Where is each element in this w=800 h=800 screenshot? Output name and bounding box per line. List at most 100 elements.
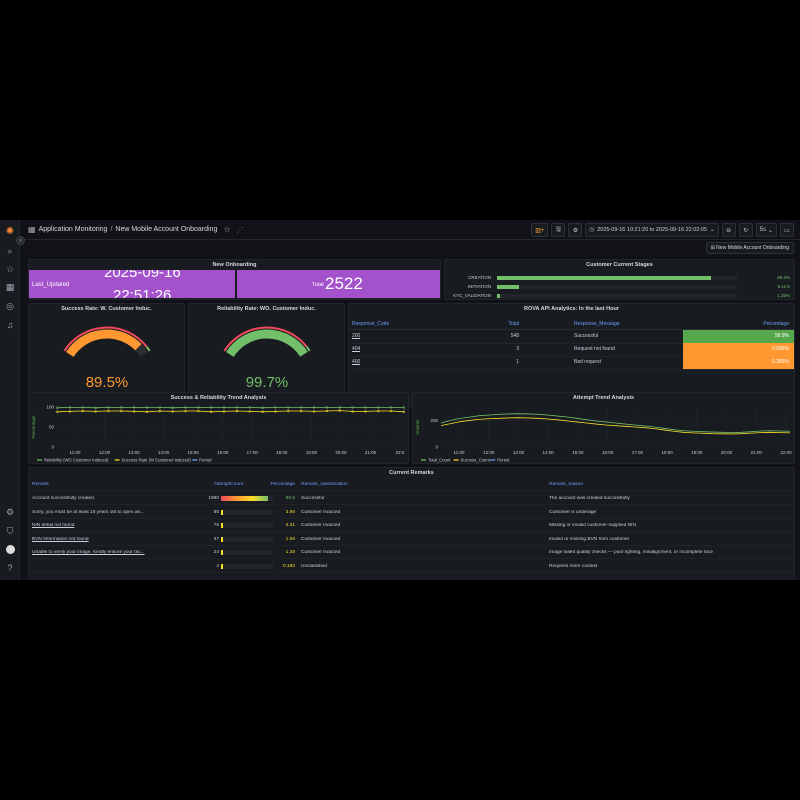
stat-label: Last_Updated [32,282,70,288]
remarks-row[interactable]: Account successfully created 1990 89.5 Succ… [29,492,794,505]
series-line-total [440,413,791,434]
stage-value: 9.11% [777,284,790,289]
x-tick-label: 19:00 [306,450,318,455]
attempt-count: 86 [213,509,219,515]
remarks-column-header[interactable]: Remark [32,482,49,487]
api-response-code[interactable]: 200 [352,333,360,339]
remarks-column-header[interactable]: Remark_reason [549,482,583,487]
time-range-label: 2025-09-16 10:21:20 to 2025-09-16 22:02:… [597,227,708,233]
settings-cog-icon[interactable]: ⚙ [568,223,583,237]
x-tick-label: 18:00 [661,450,673,455]
explore-icon[interactable]: ◎ [3,299,17,313]
zoom-out-icon[interactable]: ⊖ [721,223,736,237]
stage-label: INITIATION [467,284,491,289]
shield-icon[interactable]: ⛉ [3,524,17,538]
remark-classification: Unclassified [301,563,327,569]
remarks-row[interactable]: BVN Information not found 37 1.56 Customer … [29,533,794,546]
dashboards-icon[interactable]: ▦ [3,280,17,294]
remarks-row[interactable]: Sorry, you must be at least 18 years old… [29,506,794,519]
remarks-column-header[interactable]: Percentage [270,482,295,487]
panel-title: Reliability Rate: WO. Customer Induc. [217,306,316,312]
refresh-interval-picker[interactable]: 5s ⌄ [755,223,777,237]
remarks-row[interactable]: 4 0.180 Unclassified Requires more context [29,560,794,573]
legend-item[interactable]: Total_Count [428,458,451,463]
legend-item[interactable]: Period [497,458,510,463]
save-icon[interactable]: 🖫 [551,223,566,237]
remarks-row[interactable]: Unable to verify your image. Kindly ensu… [29,546,794,559]
grafana-logo-icon[interactable]: ✺ [3,224,17,238]
remark-text: Account successfully created [32,496,94,501]
remark-text[interactable]: BVN Information not found [32,537,167,542]
expand-menu-icon[interactable]: › [16,236,25,245]
x-tick-label: 12:00 [99,450,111,455]
x-tick-label: 11:00 [70,450,81,455]
percentage-bar-fill [221,496,268,501]
time-range-picker[interactable]: ◷ 2025-09-16 10:21:20 to 2025-09-16 22:0… [585,223,719,237]
search-icon[interactable]: ⌕ [3,244,17,258]
stat-last-updated: Last_Updated 2025-09-16 22:51:26 [29,270,235,298]
stage-row: INITIATION 9.11% [451,284,790,290]
percentage-bar-track [221,509,273,515]
stat-value: 2522 [325,274,363,293]
remark-classification: Successful [301,496,325,501]
x-tick-label: 17:00 [247,450,259,455]
star-icon[interactable]: ☆ [223,225,230,234]
api-response-code[interactable]: 404 [352,346,360,352]
remark-text[interactable]: Unable to verify your image. Kindly ensu… [32,550,167,555]
trend-chart: Percentage 100 50 0 11:00 12:00 13:00 14:00 15:0… [31,405,406,463]
x-tick-label: 11:00 [454,450,465,455]
starred-icon[interactable]: ☆ [3,262,17,276]
refresh-icon[interactable]: ↻ [738,223,753,237]
legend-item[interactable]: Success_Count [461,458,491,463]
gauge-value-arc [66,329,142,357]
breadcrumb-root[interactable]: Application Monitoring [39,226,108,233]
help-icon[interactable]: ? [3,561,17,575]
stat-label: Total [312,282,324,288]
page-title[interactable]: New Mobile Account Onboarding [115,226,217,233]
remark-reason: Requires more context [549,563,598,569]
legend-item[interactable]: Period [199,458,212,463]
avatar[interactable] [3,542,17,556]
remarks-column-header[interactable]: AttemptCount [214,482,243,487]
legend-item[interactable]: Success Rate (W Customer Induced) [122,458,192,463]
api-column-header[interactable]: Response_Message [574,321,620,327]
api-column-header[interactable]: Total [508,321,519,327]
remark-text[interactable]: NIN detail not found [32,523,167,528]
percentage-bar-fill [221,536,223,542]
toolbar: ▥+ 🖫 ⚙ ◷ 2025-09-16 10:21:20 to 2025-09-… [528,223,794,237]
stage-label: KYC_VALIDATION [453,293,491,298]
stage-label: CREATION [468,275,491,280]
panel-title: Customer Current Stages [586,262,653,268]
percentage-bar-fill [221,563,223,569]
api-total: 548 [510,333,519,339]
clock-icon: ◷ [589,227,595,233]
percentage-bar-fill [221,523,223,528]
attempt-count: 4 [216,563,219,569]
attempt-count: 76 [213,523,219,528]
x-tick-label: 22:00 [780,450,792,455]
y-tick-label: 0 [435,445,438,450]
x-tick-label: 20:00 [721,450,733,455]
remarks-column-header[interactable]: Remark_classification [301,482,348,487]
y-axis-label: Percentage [31,415,36,439]
percentage-value: 3.41 [285,523,295,528]
stat-value-line1: 2025-09-16 [104,270,181,281]
legend-item[interactable]: Reliability (WO Customer Induced) [44,458,109,463]
remarks-row[interactable]: NIN detail not found 76 3.41 Customer Induc… [29,519,794,532]
tv-mode-icon[interactable]: ▭ [780,223,794,237]
dashboard-link-button[interactable]: ⊞ New Mobile Account Onboarding [705,242,794,254]
percentage-value: 1.56 [285,536,295,542]
api-response-code[interactable]: 400 [352,359,360,365]
settings-icon[interactable]: ⚙ [3,505,17,519]
add-panel-icon[interactable]: ▥+ [531,223,549,237]
remark-reason: The account was created successfully [549,496,630,501]
stage-bar-track [497,294,737,298]
api-column-header[interactable]: Response_Code [352,321,389,327]
alerting-icon[interactable]: ♫ [3,318,17,332]
chevron-down-icon: ⌄ [710,227,715,233]
x-tick-label: 13:00 [513,450,525,455]
gauge-value-arc [226,329,308,357]
api-column-header[interactable]: Percentage [763,321,789,327]
remark-reason: Invalid or missing BVN from customer [549,536,630,542]
share-icon[interactable]: ⋰ [237,226,244,234]
